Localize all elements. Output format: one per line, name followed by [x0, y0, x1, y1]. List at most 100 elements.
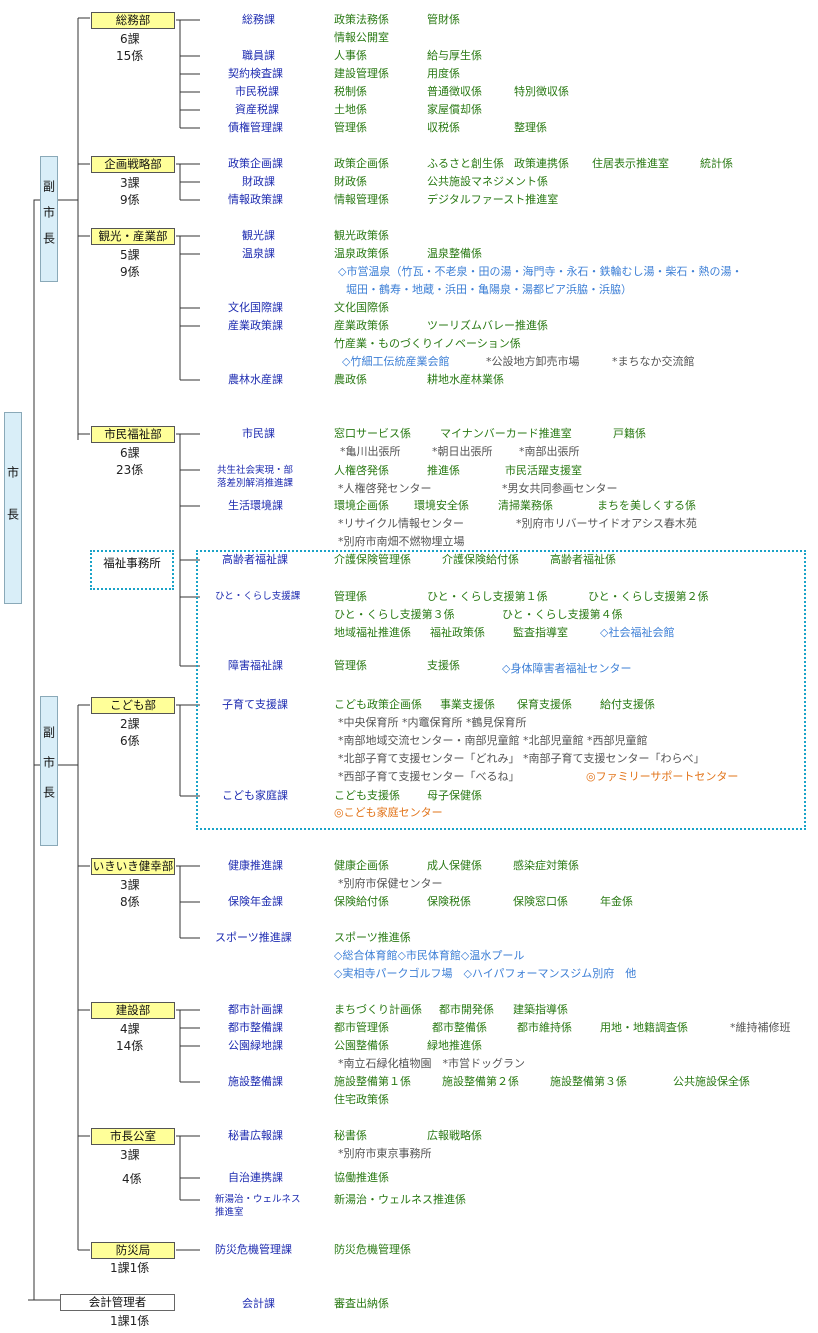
section-32-0-0: 防災危機管理係: [334, 1243, 411, 1256]
facility-18: *西部子育て支援センター「べるね」: [338, 770, 520, 783]
section-26-0-0: 都市管理係: [334, 1021, 389, 1034]
bureau-kensetsu: 建設部: [91, 1002, 175, 1019]
section-21-0-1: 母子保健係: [427, 789, 482, 802]
facility-11: *別府市リバーサイドオアシス春木苑: [516, 517, 697, 530]
section-12-0-1: ツーリズムバレー推進係: [427, 319, 548, 332]
vice-mayor-1-box: 副市長: [40, 156, 58, 282]
section-16-0-0: 環境企画係: [334, 499, 389, 512]
facility-16: *南部地域交流センター・南部児童館 *北部児童館 *西部児童館: [338, 734, 648, 747]
section-13-0-0: 農政係: [334, 373, 367, 386]
facility-26: *別府市東京事務所: [338, 1147, 432, 1160]
section-7-0-1: 公共施設マネジメント係: [427, 175, 548, 188]
facility-15: *中央保育所 *内竈保育所 *鶴見保育所: [338, 716, 527, 729]
department-1: 職員課: [242, 49, 275, 62]
section-23-0-0: 保険給付係: [334, 895, 389, 908]
facility-1: 堀田・鶴寿・地蔵・浜田・亀陽泉・湯都ピア浜脇・浜脇）: [346, 283, 632, 296]
section-15-0-1: 推進係: [427, 464, 460, 477]
section-9-0-0: 観光政策係: [334, 229, 389, 242]
section-19-0-0: 管理係: [334, 659, 367, 672]
section-23-0-2: 保険窓口係: [513, 895, 568, 908]
accounting-manager-box: 会計管理者: [60, 1294, 175, 1311]
facility-6: *朝日出張所: [432, 445, 493, 458]
facility-0: ◇市営温泉（竹瓦・不老泉・田の湯・海門寺・永石・鉄輪むし湯・柴石・熱の湯・: [338, 265, 743, 278]
bureau-ikiiki-count-2: 8係: [120, 895, 140, 909]
bureau-kensetsu-count: 4課: [120, 1022, 140, 1036]
section-26-0-3: 用地・地籍調査係: [600, 1021, 688, 1034]
section-15-0-0: 人権啓発係: [334, 464, 389, 477]
section-5-0-1: 収税係: [427, 121, 460, 134]
section-14-0-1: マイナンバーカード推進室: [440, 427, 572, 440]
section-18-0-1: ひと・くらし支援第１係: [427, 590, 548, 603]
mayor-label: 市長: [5, 466, 20, 550]
department-19: 障害福祉課: [228, 659, 283, 672]
facility-17: *北部子育て支援センター「どれみ」 *南部子育て支援センター「わらべ」: [338, 752, 705, 765]
section-20-0-0: こども政策企画係: [334, 698, 422, 711]
section-20-0-1: 事業支援係: [440, 698, 495, 711]
bureau-kensetsu-count-2: 14係: [116, 1039, 144, 1053]
bureau-shimin-fukushi-count-2: 23係: [116, 463, 144, 477]
bureau-ikiiki: いきいき健幸部: [91, 858, 175, 875]
section-26-0-1: 都市整備係: [432, 1021, 487, 1034]
section-13-0-1: 耕地水産林業係: [427, 373, 504, 386]
department-22: 健康推進課: [228, 859, 283, 872]
section-11-0-0: 文化国際係: [334, 301, 389, 314]
facility-20: ◎こども家庭センター: [334, 806, 443, 819]
section-16-0-2: 清掃業務係: [498, 499, 553, 512]
section-12-0-0: 産業政策係: [334, 319, 389, 332]
bureau-kankou-count: 5課: [120, 248, 140, 262]
section-28-0-0: 施設整備第１係: [334, 1075, 411, 1088]
department-29: 秘書広報課: [228, 1129, 283, 1142]
bureau-shichou-koushitsu: 市長公室: [91, 1128, 175, 1145]
section-22-0-2: 感染症対策係: [513, 859, 579, 872]
bureau-kankou: 観光・産業部: [91, 228, 175, 245]
bureau-kikaku-count: 3課: [120, 176, 140, 190]
facility-5: *亀川出張所: [340, 445, 401, 458]
section-6-0-3: 住居表示推進室: [592, 157, 669, 170]
department-26: 都市整備課: [228, 1021, 283, 1034]
section-1-0-1: 給与厚生係: [427, 49, 482, 62]
department-9: 観光課: [242, 229, 275, 242]
department-15: 共生社会実現・部 落差別解消推進課: [217, 465, 294, 489]
dept-kaikei: 会計課: [242, 1297, 275, 1310]
department-17: 高齢者福祉課: [222, 553, 288, 566]
bureau-soumu-count-2: 15係: [116, 49, 144, 63]
section-6-0-2: 政策連携係: [514, 157, 569, 170]
section-18-2-2: 監査指導室: [513, 626, 568, 639]
section-17-0-1: 介護保険給付係: [442, 553, 519, 566]
department-6: 政策企画課: [228, 157, 283, 170]
facility-12: *別府市南畑不燃物埋立場: [338, 535, 465, 548]
section-28-0-3: 公共施設保全係: [673, 1075, 750, 1088]
section-20-0-2: 保育支援係: [517, 698, 572, 711]
section-3-0-0: 税制係: [334, 85, 367, 98]
bureau-ikiiki-count: 3課: [120, 878, 140, 892]
department-7: 財政課: [242, 175, 275, 188]
bureau-kikaku-count-2: 9係: [120, 193, 140, 207]
facility-22: ◇総合体育館◇市民体育館◇温水プール: [334, 949, 525, 962]
department-24: スポーツ推進課: [215, 931, 292, 944]
department-25: 都市計画課: [228, 1003, 283, 1016]
section-23-0-1: 保険税係: [427, 895, 471, 908]
section-15-0-2: 市民活躍支援室: [505, 464, 582, 477]
bureau-shimin-fukushi-count: 6課: [120, 446, 140, 460]
bureau-bousai: 防災局: [91, 1242, 175, 1259]
facility-9: *男女共同参画センター: [502, 482, 618, 495]
department-0: 総務課: [242, 13, 275, 26]
section-28-1-0: 住宅政策係: [334, 1093, 389, 1106]
department-32: 防災危機管理課: [215, 1243, 292, 1256]
section-shinsa: 審査出納係: [334, 1297, 389, 1310]
section-18-1-0: ひと・くらし支援第３係: [334, 608, 455, 621]
facility-10: *リサイクル情報センター: [338, 517, 464, 530]
section-5-0-2: 整理係: [514, 121, 547, 134]
section-28-0-1: 施設整備第２係: [442, 1075, 519, 1088]
section-0-0-0: 政策法務係: [334, 13, 389, 26]
department-23: 保険年金課: [228, 895, 283, 908]
section-2-0-0: 建設管理係: [334, 67, 389, 80]
accounting-count: 1課1係: [110, 1314, 150, 1328]
bureau-kankou-count-2: 9係: [120, 265, 140, 279]
bureau-bousai-count: 1課1係: [110, 1261, 150, 1275]
section-8-0-0: 情報管理係: [334, 193, 389, 206]
section-16-0-3: まちを美しくする係: [597, 499, 696, 512]
section-24-0-0: スポーツ推進係: [334, 931, 411, 944]
department-11: 文化国際課: [228, 301, 283, 314]
bureau-soumu: 総務部: [91, 12, 175, 29]
